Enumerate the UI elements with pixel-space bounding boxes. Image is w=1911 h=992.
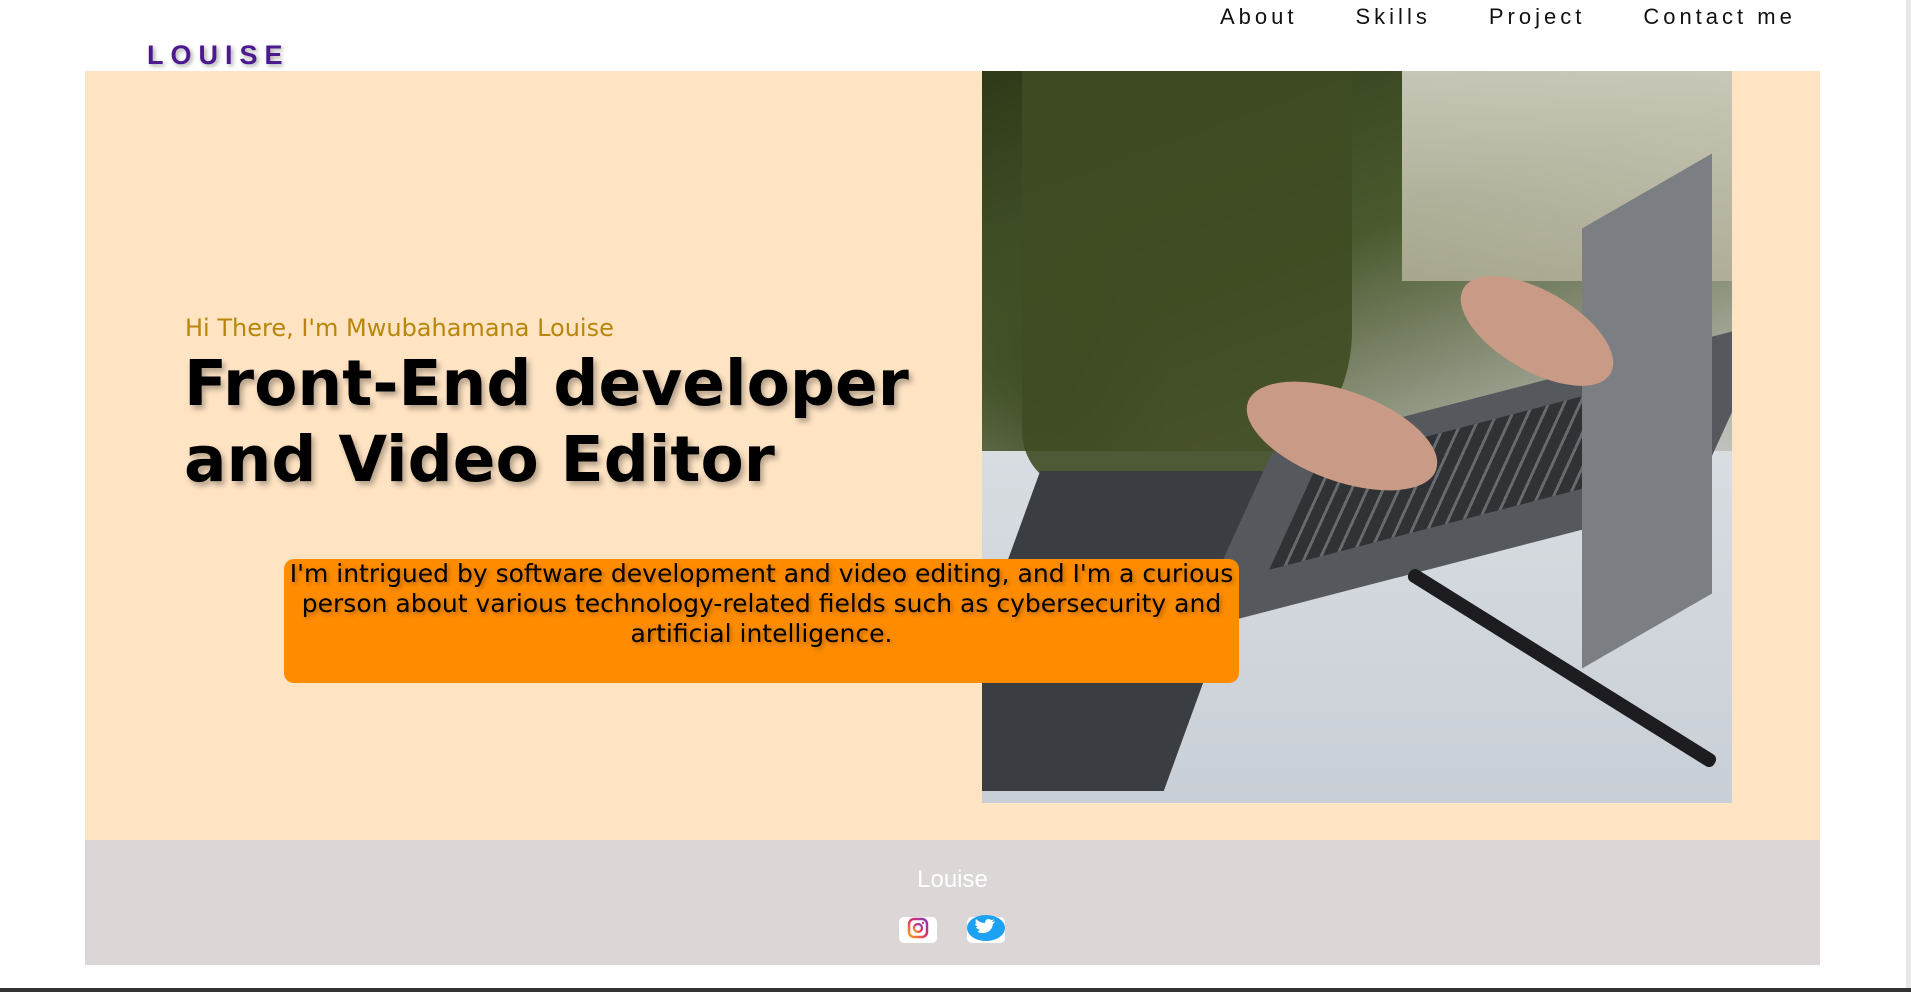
nav-link-skills[interactable]: Skills bbox=[1356, 4, 1431, 30]
footer: Louise bbox=[85, 840, 1820, 965]
main-nav: About Skills Project Contact me bbox=[1220, 4, 1796, 30]
photo-laptop-screen bbox=[1582, 153, 1712, 669]
nav-link-contact[interactable]: Contact me bbox=[1643, 4, 1796, 30]
nav-link-about[interactable]: About bbox=[1220, 4, 1298, 30]
hero-title-line2: and Video Editor bbox=[184, 423, 775, 496]
logo[interactable]: LOUISE bbox=[147, 40, 290, 71]
hero-section: Hi There, I'm Mwubahamana Louise Front-E… bbox=[85, 71, 1820, 840]
hero-title-line1: Front-End developer bbox=[184, 347, 909, 420]
window-edge-right bbox=[1906, 0, 1911, 992]
hero-greeting: Hi There, I'm Mwubahamana Louise bbox=[185, 314, 614, 342]
hero-photo bbox=[982, 71, 1732, 803]
nav-link-project[interactable]: Project bbox=[1489, 4, 1585, 30]
instagram-link[interactable] bbox=[899, 917, 937, 943]
hero-title: Front-End developer and Video Editor bbox=[184, 346, 944, 498]
twitter-link[interactable] bbox=[967, 915, 1005, 945]
social-links bbox=[899, 915, 1005, 945]
window-edge-bottom bbox=[0, 988, 1911, 992]
footer-name: Louise bbox=[917, 866, 988, 893]
twitter-icon bbox=[967, 915, 1005, 945]
instagram-icon bbox=[903, 917, 933, 943]
intro-box: I'm intrigued by software development an… bbox=[284, 559, 1239, 683]
